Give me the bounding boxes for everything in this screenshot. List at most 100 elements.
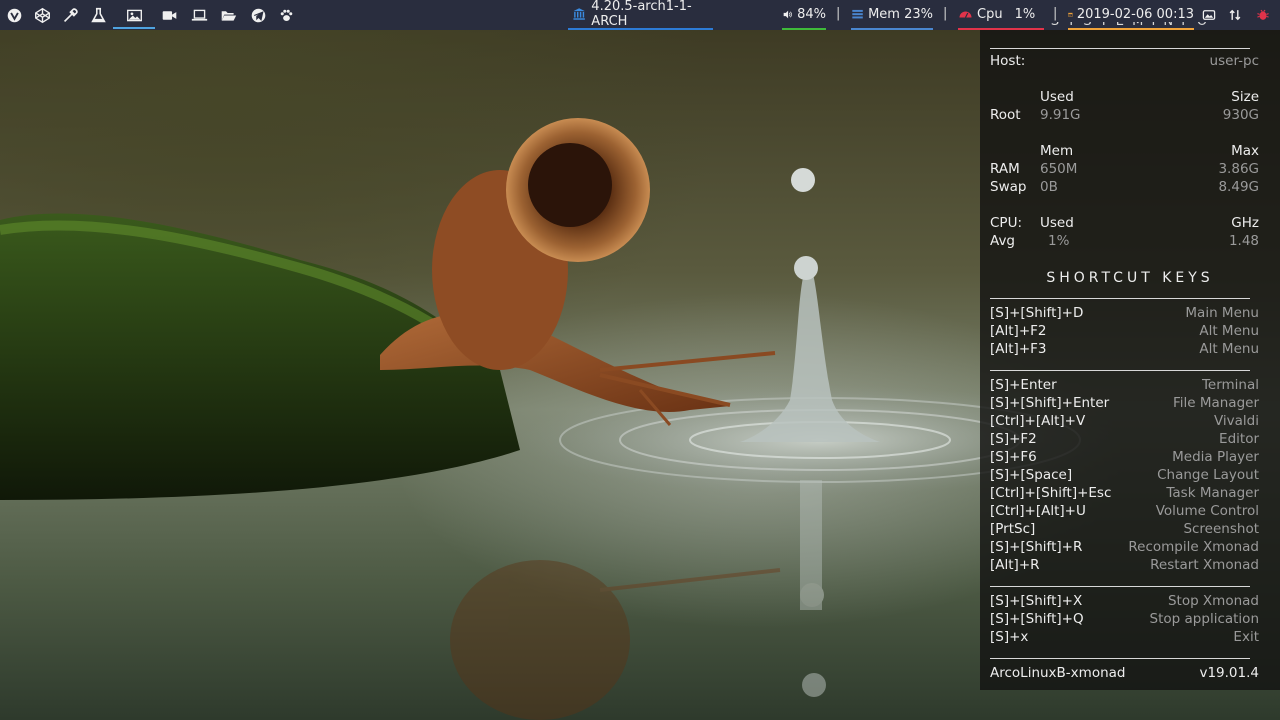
max-header: Max (1231, 143, 1259, 159)
conky-system-panel: S Y S T E M I N F O Host: user-pc Used S… (980, 22, 1280, 690)
shortcut-key: [S]+Enter (990, 377, 1057, 393)
shortcut-row: [S]+[Shift]+Q Stop application (990, 611, 1269, 629)
active-workspace-indicator (113, 27, 155, 29)
shortcut-key: [S]+[Shift]+D (990, 305, 1084, 321)
shortcut-action: Exit (1233, 629, 1259, 645)
shortcut-row: [Alt]+F3 Alt Menu (990, 341, 1269, 359)
vivaldi-icon[interactable] (0, 0, 28, 30)
distro-version: v19.01.4 (1199, 665, 1259, 681)
host-label: Host: (990, 53, 1026, 69)
shortcut-action: Volume Control (1155, 503, 1259, 519)
shortcut-key: [Alt]+R (990, 557, 1040, 573)
cpu-ghz-header: GHz (1231, 215, 1259, 231)
shortcut-row: [Ctrl]+[Shift]+Esc Task Manager (990, 485, 1269, 503)
cpu-label: Cpu (977, 6, 1003, 22)
disk-header-row: Used Size (990, 89, 1269, 107)
host-row: Host: user-pc (990, 53, 1269, 71)
shortcut-key: [Ctrl]+[Alt]+V (990, 413, 1086, 429)
ram-label: RAM (990, 161, 1020, 177)
codepen-icon[interactable] (28, 0, 56, 30)
datetime-value: 2019-02-06 00:13 (1076, 6, 1194, 22)
disk-root-row: Root 9.91G 930G (990, 107, 1269, 125)
swap-used: 0B (1040, 179, 1058, 195)
shortcut-key: [Alt]+F2 (990, 323, 1047, 339)
root-used: 9.91G (1040, 107, 1081, 123)
shortcut-action: Task Manager (1166, 485, 1259, 501)
shortcut-action: Editor (1219, 431, 1259, 447)
telegram-icon[interactable] (244, 0, 272, 30)
kernel-version-widget: 4.20.5-arch1-1-ARCH (568, 0, 713, 30)
divider (990, 658, 1250, 659)
divider (990, 298, 1250, 299)
shortcut-key: [Alt]+F3 (990, 341, 1047, 357)
shortcut-action: Recompile Xmonad (1128, 539, 1259, 555)
ram-row: RAM 650M 3.86G (990, 161, 1269, 179)
shortcut-row: [S]+[Shift]+D Main Menu (990, 305, 1269, 323)
ram-max: 3.86G (1218, 161, 1259, 177)
avg-label: Avg (990, 233, 1016, 249)
shortcut-action: Restart Xmonad (1150, 557, 1259, 573)
separator: | (943, 6, 948, 21)
folder-open-icon[interactable] (214, 0, 242, 30)
shortcut-action: Main Menu (1185, 305, 1259, 321)
shortcut-key: [S]+[Shift]+Enter (990, 395, 1110, 411)
shortcut-action: Change Layout (1157, 467, 1259, 483)
shortcut-row: [S]+Enter Terminal (990, 377, 1269, 395)
cpu-avg-row: Avg 1% 1.48 (990, 233, 1269, 251)
shortcut-action: Media Player (1172, 449, 1259, 465)
volume-value: 84% (797, 6, 826, 22)
shortcut-key: [S]+F2 (990, 431, 1037, 447)
shortcut-row: [Ctrl]+[Alt]+U Volume Control (990, 503, 1269, 521)
avg-ghz: 1.48 (1228, 233, 1259, 249)
eyedropper-icon[interactable] (56, 0, 84, 30)
shortcut-key: [S]+[Space] (990, 467, 1073, 483)
shortcut-row: [S]+[Shift]+R Recompile Xmonad (990, 539, 1269, 557)
divider (990, 48, 1250, 49)
shortcut-row: [S]+[Shift]+X Stop Xmonad (990, 593, 1269, 611)
shortcut-key: [Ctrl]+[Shift]+Esc (990, 485, 1112, 501)
mem-header-row: Mem Max (990, 143, 1269, 161)
swap-max: 8.49G (1218, 179, 1259, 195)
cpu-label: CPU: (990, 215, 1022, 231)
disk-size-header: Size (1231, 89, 1259, 105)
kernel-version-text: 4.20.5-arch1-1-ARCH (591, 0, 692, 29)
flask-icon[interactable] (84, 0, 112, 30)
distro-name: ArcoLinuxB-xmonad (990, 665, 1126, 681)
paw-icon[interactable] (272, 0, 300, 30)
shortcut-key: [S]+[Shift]+X (990, 593, 1083, 609)
shortcut-row: [S]+x Exit (990, 629, 1269, 647)
image-icon[interactable] (118, 0, 150, 30)
memory-widget: Mem 23% (851, 0, 933, 30)
ram-used: 650M (1040, 161, 1078, 177)
volume-widget[interactable]: 84% (782, 0, 826, 30)
separator: | (836, 6, 841, 21)
bank-icon (573, 8, 585, 20)
shortcut-row: [Ctrl]+[Alt]+V Vivaldi (990, 413, 1269, 431)
cpu-value: 1% (1014, 6, 1036, 22)
shortcut-action: File Manager (1172, 395, 1259, 411)
shortcut-key: [S]+F6 (990, 449, 1037, 465)
root-label: Root (990, 107, 1021, 123)
shortcut-keys-title: SHORTCUT KEYS (1046, 270, 1214, 286)
shortcut-row: [S]+F2 Editor (990, 431, 1269, 449)
memory-value: Mem 23% (868, 6, 933, 22)
shortcut-action: Screenshot (1183, 521, 1259, 537)
shortcut-key: [S]+[Shift]+R (990, 539, 1083, 555)
shortcut-row: [Alt]+F2 Alt Menu (990, 323, 1269, 341)
shortcut-action: Terminal (1201, 377, 1259, 393)
shortcut-key: [Ctrl]+[Alt]+U (990, 503, 1086, 519)
shortcut-row: [PrtSc] Screenshot (990, 521, 1269, 539)
shortcut-key: [S]+x (990, 629, 1029, 645)
shortcut-key: [PrtSc] (990, 521, 1036, 537)
root-size: 930G (1222, 107, 1259, 123)
shortcut-action: Stop Xmonad (1167, 593, 1259, 609)
swap-label: Swap (990, 179, 1027, 195)
shortcut-action: Stop application (1149, 611, 1259, 627)
shortcut-key: [S]+[Shift]+Q (990, 611, 1084, 627)
swap-row: Swap 0B 8.49G (990, 179, 1269, 197)
panel-cut-title: S Y S T E M I N F O (980, 22, 1280, 30)
video-camera-icon[interactable] (155, 0, 183, 30)
shortcut-row: [Alt]+R Restart Xmonad (990, 557, 1269, 575)
laptop-icon[interactable] (185, 0, 213, 30)
memory-icon (852, 9, 863, 18)
